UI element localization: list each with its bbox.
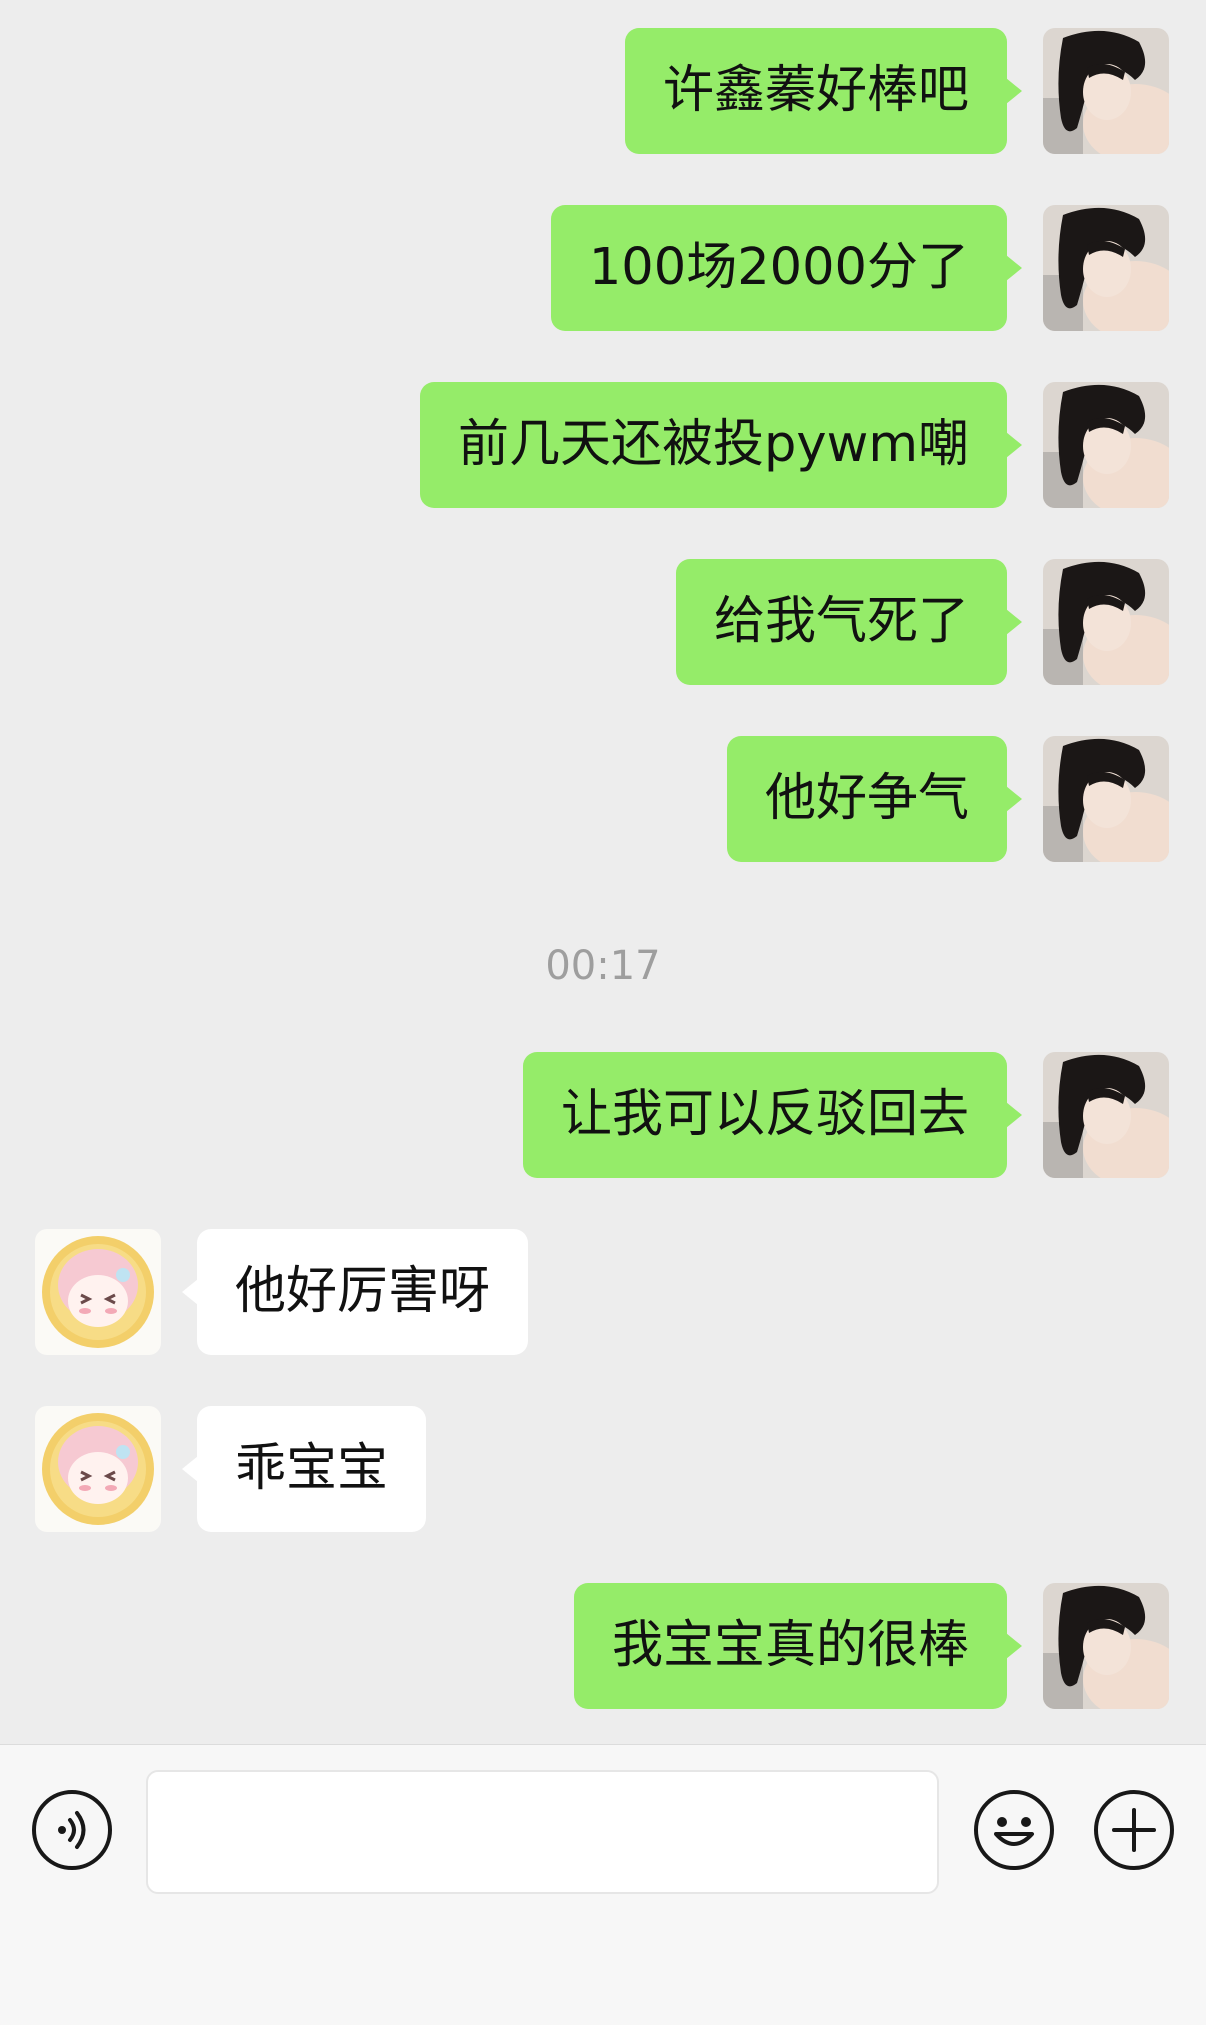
message-row-incoming: 他好厉害呀: [0, 1229, 1206, 1355]
my-avatar[interactable]: [1043, 382, 1169, 508]
message-row-outgoing: 许鑫蓁好棒吧: [0, 28, 1206, 154]
my-avatar[interactable]: [1043, 736, 1169, 862]
message-bubble[interactable]: 他好争气: [726, 736, 1023, 862]
my-avatar[interactable]: [1043, 559, 1169, 685]
contact-avatar[interactable]: [35, 1229, 161, 1355]
message-row-incoming: 乖宝宝: [0, 1406, 1206, 1532]
message-row-outgoing: 100场2000分了: [0, 205, 1206, 331]
message-bubble[interactable]: 让我可以反驳回去: [522, 1052, 1023, 1178]
message-bubble[interactable]: 乖宝宝: [181, 1406, 427, 1532]
contact-avatar[interactable]: [35, 1406, 161, 1532]
my-avatar[interactable]: [1043, 28, 1169, 154]
voice-button[interactable]: [30, 1788, 114, 1872]
my-avatar[interactable]: [1043, 1052, 1169, 1178]
message-bubble[interactable]: 我宝宝真的很棒: [573, 1583, 1023, 1709]
message-row-outgoing: 让我可以反驳回去: [0, 1052, 1206, 1178]
message-row-outgoing: 给我气死了: [0, 559, 1206, 685]
my-avatar[interactable]: [1043, 1583, 1169, 1709]
my-avatar[interactable]: [1043, 205, 1169, 331]
message-bubble[interactable]: 100场2000分了: [550, 205, 1023, 331]
emoji-button[interactable]: [972, 1788, 1056, 1872]
message-input[interactable]: [146, 1770, 939, 1894]
message-row-outgoing: 他好争气: [0, 736, 1206, 862]
plus-button[interactable]: [1092, 1788, 1176, 1872]
emoji-icon: [974, 1790, 1054, 1870]
message-bubble[interactable]: 他好厉害呀: [181, 1229, 529, 1355]
message-bubble[interactable]: 给我气死了: [675, 559, 1023, 685]
message-row-outgoing: 我宝宝真的很棒: [0, 1583, 1206, 1709]
plus-icon: [1094, 1790, 1174, 1870]
voice-icon: [32, 1790, 112, 1870]
chat-message-list[interactable]: 许鑫蓁好棒吧 100场2000分了 前几天还被投pywm嘲 给我气死了 他好争气…: [0, 0, 1206, 1744]
message-timestamp: 00:17: [545, 943, 661, 989]
message-bubble[interactable]: 前几天还被投pywm嘲: [420, 382, 1022, 508]
message-row-outgoing: 前几天还被投pywm嘲: [0, 382, 1206, 508]
message-bubble[interactable]: 许鑫蓁好棒吧: [624, 28, 1023, 154]
